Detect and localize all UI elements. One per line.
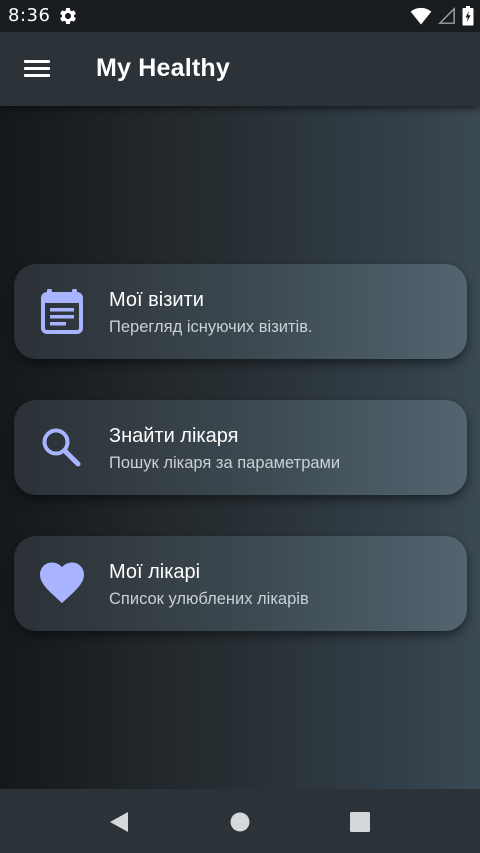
- wifi-icon: [410, 7, 432, 25]
- heart-icon: [40, 562, 84, 603]
- hamburger-menu-icon[interactable]: [24, 58, 50, 80]
- card-my-visits[interactable]: Мої візити Перегляд існуючих візитів.: [14, 264, 467, 359]
- status-time: 8:36: [8, 5, 51, 26]
- battery-icon: [462, 6, 474, 26]
- card-subtitle: Список улюблених лікарів: [109, 590, 309, 608]
- card-subtitle: Перегляд існуючих візитів.: [109, 318, 313, 336]
- app-bar: My Healthy: [0, 32, 480, 106]
- recents-icon[interactable]: [347, 809, 373, 835]
- signal-icon: [438, 7, 455, 24]
- card-title: Мої візити: [109, 289, 204, 311]
- card-title: Мої лікарі: [109, 561, 201, 583]
- settings-gear-icon: [60, 7, 76, 24]
- calendar-icon: [41, 289, 83, 334]
- card-my-doctors[interactable]: Мої лікарі Список улюблених лікарів: [14, 536, 467, 631]
- home-icon[interactable]: [227, 809, 253, 835]
- app-title: My Healthy: [96, 54, 230, 82]
- main-content: Мої візити Перегляд існуючих візитів. Зн…: [0, 106, 480, 789]
- card-title: Знайти лікаря: [109, 425, 239, 447]
- card-subtitle: Пошук лікаря за параметрами: [109, 454, 341, 472]
- card-find-doctor[interactable]: Знайти лікаря Пошук лікаря за параметрам…: [14, 400, 467, 495]
- status-bar: 8:36: [0, 0, 480, 32]
- system-nav-bar: [0, 789, 480, 853]
- status-icons: [410, 6, 474, 26]
- back-icon[interactable]: [106, 809, 132, 835]
- search-icon: [42, 428, 81, 467]
